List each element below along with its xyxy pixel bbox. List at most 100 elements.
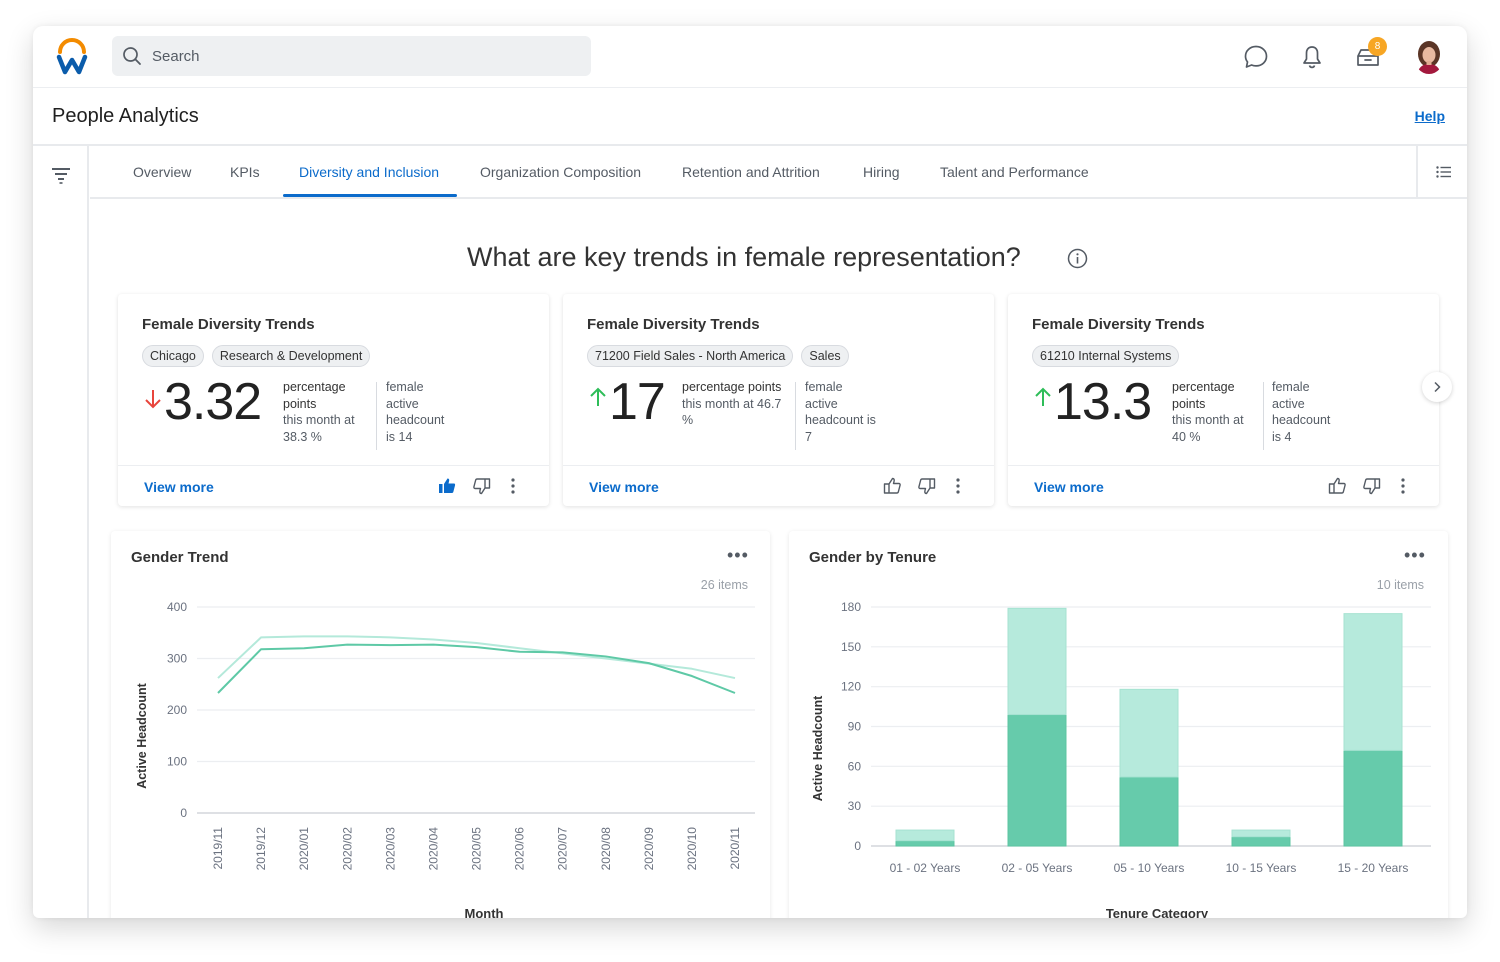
info-icon[interactable] — [1067, 248, 1088, 269]
chat-icon[interactable] — [1243, 44, 1269, 70]
search-placeholder: Search — [152, 47, 200, 65]
kpi-divider — [376, 382, 377, 450]
gender-trend-chart: 0 100 200 300 400 2019/11 2019/12 2020/01 2020/0… — [135, 600, 755, 918]
list-icon — [1436, 166, 1451, 178]
bar-segment-1 — [1231, 836, 1291, 847]
x-tick-label: 05 - 10 Years — [1114, 861, 1185, 875]
bar-segment-2 — [1007, 607, 1067, 716]
gender-by-tenure-chart: 0 30 60 90 120 150 180 01 - 02 Years 02 - 05 Yea… — [811, 600, 1431, 918]
kpi-headcount: female active headcount is 7 — [805, 380, 876, 444]
kpi-title: Female Diversity Trends — [587, 316, 760, 333]
y-axis-label: Active Headcount — [135, 682, 149, 788]
y-tick-label: 100 — [167, 755, 187, 769]
x-tick-label: 2020/10 — [685, 827, 699, 871]
series-line-1 — [217, 643, 736, 694]
y-axis-label: Active Headcount — [811, 695, 825, 801]
user-avatar[interactable] — [1414, 40, 1444, 74]
filter-chip[interactable]: Research & Development — [211, 345, 371, 367]
filter-chip[interactable]: 61210 Internal Systems — [1032, 345, 1180, 367]
x-tick-label: 2020/09 — [642, 827, 656, 871]
x-tick-label: 2020/08 — [599, 827, 613, 871]
kpi-headcount: female active headcount is 4 — [1272, 380, 1331, 444]
carousel-next-button[interactable] — [1422, 372, 1452, 402]
bar-segment-1 — [1007, 714, 1067, 847]
thumbs-up-icon[interactable] — [1328, 477, 1346, 495]
filter-chip[interactable]: Chicago — [142, 345, 204, 367]
thumbs-down-icon[interactable] — [473, 477, 491, 495]
bar-segment-1 — [1119, 776, 1179, 847]
tabs-menu-button[interactable] — [1416, 146, 1467, 199]
bar-segment-1 — [1343, 749, 1403, 847]
x-tick-label: 2020/01 — [297, 827, 311, 871]
thumbs-down-icon[interactable] — [1363, 477, 1381, 495]
thumbs-up-icon[interactable] — [883, 477, 901, 495]
y-tick-label: 0 — [854, 839, 861, 853]
active-tab-indicator — [283, 194, 457, 197]
tab-bar: Overview KPIs Diversity and Inclusion Or… — [90, 146, 1416, 199]
kpi-value: 17 — [609, 373, 666, 431]
tab-kpis[interactable]: KPIs — [230, 164, 260, 180]
inbox-badge: 8 — [1368, 37, 1387, 56]
bar-segment-2 — [1119, 688, 1179, 778]
thumbs-up-filled-icon[interactable] — [438, 477, 456, 495]
help-link[interactable]: Help — [1415, 108, 1445, 124]
arrow-down-icon — [145, 390, 161, 409]
tab-talent-and-performance[interactable]: Talent and Performance — [940, 164, 1089, 180]
search-input[interactable]: Search — [112, 36, 591, 76]
view-more-link[interactable]: View more — [144, 479, 214, 495]
x-tick-label: 10 - 15 Years — [1226, 861, 1297, 875]
arrow-up-icon — [590, 387, 606, 406]
y-tick-label: 300 — [167, 652, 187, 666]
thumbs-down-icon[interactable] — [918, 477, 936, 495]
filter-chip[interactable]: 71200 Field Sales - North America — [587, 345, 794, 367]
x-axis-label: Month — [465, 906, 504, 918]
kpi-divider — [795, 382, 796, 450]
kpi-title: Female Diversity Trends — [142, 316, 315, 333]
tab-diversity-and-inclusion[interactable]: Diversity and Inclusion — [299, 164, 439, 180]
x-axis-label: Tenure Category — [1106, 906, 1209, 918]
x-tick-label: 2019/11 — [211, 827, 225, 870]
series-line-2 — [217, 635, 736, 680]
section-heading: What are key trends in female representa… — [467, 242, 1021, 272]
y-tick-label: 150 — [841, 640, 861, 654]
y-tick-label: 0 — [180, 806, 187, 820]
gender-trend-card: Gender Trend ••• 26 items 0 100 200 300 400 2… — [111, 531, 770, 918]
x-tick-label: 2020/11 — [728, 827, 742, 870]
y-tick-label: 90 — [848, 720, 862, 734]
more-vertical-icon[interactable] — [1400, 477, 1406, 495]
arrow-up-icon — [1035, 387, 1051, 406]
more-vertical-icon[interactable] — [955, 477, 961, 495]
chevron-right-icon — [1434, 381, 1441, 393]
kpi-value: 3.32 — [164, 373, 262, 431]
bell-icon[interactable] — [1299, 44, 1325, 70]
more-vertical-icon[interactable] — [510, 477, 516, 495]
tab-hiring[interactable]: Hiring — [863, 164, 900, 180]
filter-chip[interactable]: Sales — [801, 345, 849, 367]
x-tick-label: 15 - 20 Years — [1338, 861, 1409, 875]
tab-retention-and-attrition[interactable]: Retention and Attrition — [682, 164, 820, 180]
search-icon — [123, 47, 141, 65]
x-tick-label: 2020/07 — [556, 827, 570, 871]
kpi-card: Female Diversity Trends 61210 Internal S… — [1008, 294, 1439, 506]
kpi-card: Female Diversity Trends Chicago Research… — [118, 294, 549, 506]
gender-by-tenure-card: Gender by Tenure ••• 10 items 0 30 60 90 120… — [789, 531, 1448, 918]
view-more-link[interactable]: View more — [589, 479, 659, 495]
x-tick-label: 2020/06 — [513, 827, 527, 871]
top-bar: Search 8 — [33, 26, 1467, 88]
y-tick-label: 200 — [167, 703, 187, 717]
workday-logo[interactable] — [55, 38, 89, 76]
kpi-description: percentage points this month at 38.3 % — [283, 380, 355, 444]
filter-icon[interactable] — [50, 166, 72, 184]
y-tick-label: 60 — [848, 759, 862, 773]
y-tick-label: 30 — [848, 799, 862, 813]
x-tick-label: 02 - 05 Years — [1002, 861, 1073, 875]
y-tick-label: 120 — [841, 680, 861, 694]
kpi-divider — [1263, 382, 1264, 450]
y-tick-label: 180 — [841, 600, 861, 614]
tab-overview[interactable]: Overview — [133, 164, 191, 180]
view-more-link[interactable]: View more — [1034, 479, 1104, 495]
tab-organization-composition[interactable]: Organization Composition — [480, 164, 641, 180]
left-rail — [33, 146, 89, 918]
page-title: People Analytics — [52, 105, 199, 127]
x-tick-label: 2020/04 — [426, 827, 440, 871]
